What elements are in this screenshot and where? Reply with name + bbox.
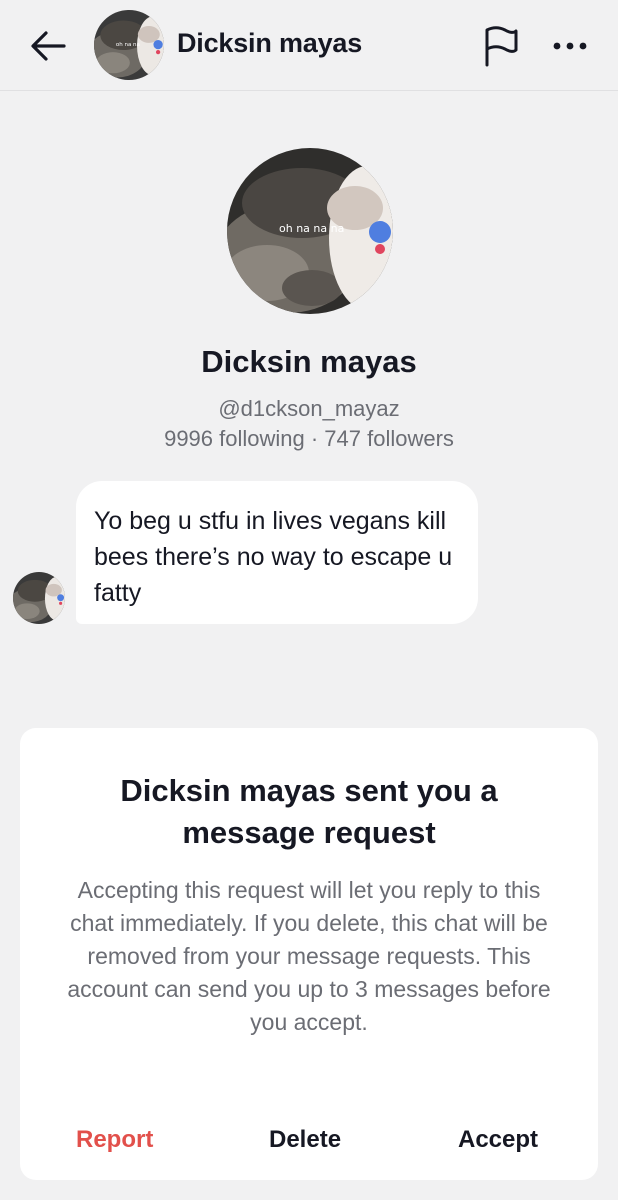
- profile-avatar[interactable]: oh na na na: [227, 148, 393, 314]
- request-description: Accepting this request will let you repl…: [67, 877, 551, 1035]
- profile-name[interactable]: Dicksin mayas: [0, 344, 618, 380]
- profile-stats: 9996 following · 747 followers: [164, 426, 454, 451]
- profile-handle: @d1ckson_mayaz: [218, 396, 400, 421]
- request-title: Dicksin mayas sent you a message request: [120, 773, 498, 850]
- delete-button[interactable]: Delete: [269, 1126, 341, 1154]
- message-bubble[interactable]: Yo beg u stfu in lives vegans kill bees …: [76, 481, 478, 624]
- chat-header: oh na na Dicksin mayas: [0, 0, 618, 91]
- header-avatar-caption: oh na na: [116, 42, 140, 48]
- report-button[interactable]: Report: [76, 1126, 153, 1154]
- back-arrow-icon[interactable]: [26, 24, 70, 68]
- header-name[interactable]: Dicksin mayas: [177, 28, 362, 59]
- message-sender-avatar[interactable]: [13, 572, 65, 624]
- more-options-icon[interactable]: [548, 26, 592, 66]
- header-avatar[interactable]: oh na na: [94, 10, 164, 80]
- report-flag-icon[interactable]: [481, 24, 521, 68]
- message-request-card: Dicksin mayas sent you a message request…: [20, 728, 598, 1180]
- profile-avatar-caption: oh na na na: [279, 222, 344, 235]
- accept-button[interactable]: Accept: [458, 1126, 538, 1154]
